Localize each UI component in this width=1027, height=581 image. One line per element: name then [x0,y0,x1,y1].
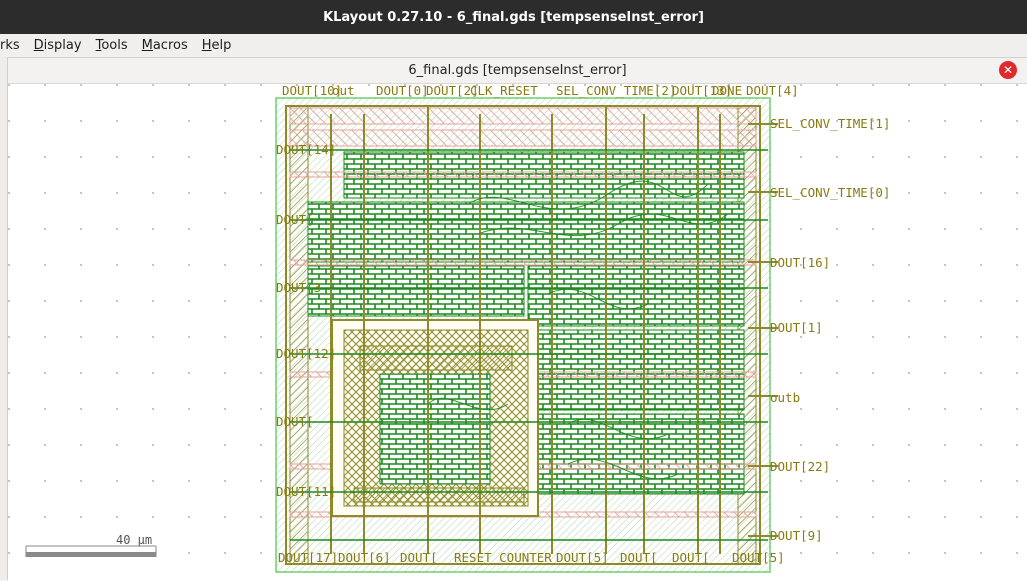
pin-label: SEL_CONV_TIME[1] [770,116,890,131]
pin-label: DOUT[12] [276,346,336,361]
layout-canvas[interactable]: DOUT[10] out DOUT[0] DOUT[2] CLK_RESET S… [8,84,1027,581]
pin-label: DOUT[9] [770,528,823,543]
pin-label: DOUT[1] [770,320,823,335]
pin-label: DOUT[ [672,550,710,565]
window-title: KLayout 0.27.10 - 6_final.gds [tempsense… [0,0,1027,34]
menu-display[interactable]: Display [34,38,82,53]
layout-document: 6_final.gds [tempsenseInst_error] ✕ DOUT… [8,57,1027,581]
pin-label: DOUT[ [276,212,314,227]
pin-label: DOUT[ [400,550,438,565]
pin-label: DOUT[ [620,550,658,565]
pin-label: DONE [712,84,742,98]
document-tab-title: 6_final.gds [tempsenseInst_error] [8,58,1027,84]
menu-help[interactable]: Help [202,38,232,53]
pin-labels-bottom: DOUT[17] DOUT[6] DOUT[ RESET_COUNTER DOU… [278,550,785,565]
die-layout [275,97,778,573]
pin-label: CLK_RESET [470,84,538,98]
pin-label: DOUT[5] [556,550,609,565]
close-icon[interactable]: ✕ [999,61,1017,79]
pin-label: SEL_CONV_TIME[2] [556,84,676,98]
pin-label: DOUT[6] [338,550,391,565]
pin-label: DOUT[ [276,414,314,429]
menu-macros[interactable]: Macros [142,38,188,53]
pin-label: outb [770,390,800,405]
pin-label: DOUT[14] [276,142,336,157]
pin-label: SEL_CONV_TIME[0] [770,185,890,200]
pin-label: DOUT[5] [732,550,785,565]
pin-label: DOUT[16] [770,255,830,270]
left-dock-edge [0,57,8,580]
menu-tools[interactable]: Tools [96,38,128,53]
pin-label: out [332,84,355,98]
menu-bookmarks[interactable]: rks [0,38,20,53]
scale-label: 40 µm [116,533,152,547]
pin-label: RESET_COUNTER [454,550,552,565]
pin-label: DOUT[22] [770,459,830,474]
pin-label: DOUT[0] [376,84,429,98]
layout-view[interactable]: DOUT[10] out DOUT[0] DOUT[2] CLK_RESET S… [8,84,1027,581]
menu-bar: rks Display Tools Macros Help [0,34,1027,57]
pin-label: DOUT[3 [276,280,321,295]
pin-label: DOUT[4] [746,84,799,98]
pin-label: DOUT[17] [278,550,338,565]
pin-label: DOUT[11] [276,484,336,499]
